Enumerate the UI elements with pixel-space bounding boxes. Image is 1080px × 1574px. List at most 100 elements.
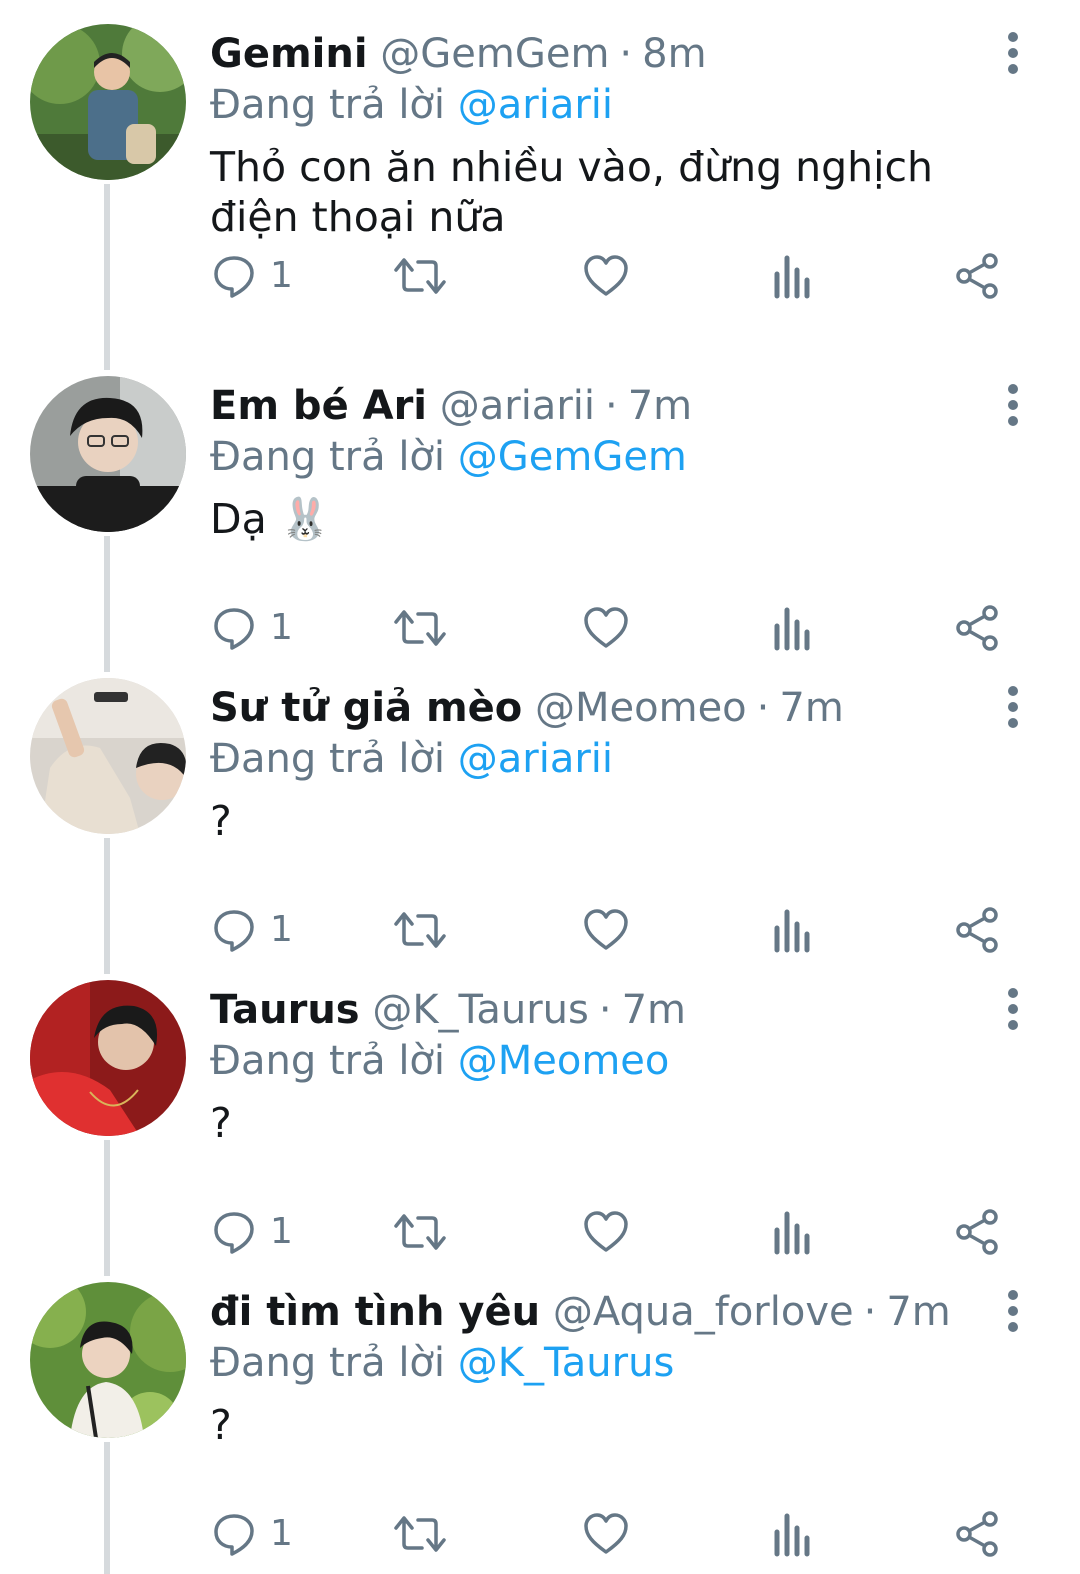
timestamp[interactable]: 7m [622, 987, 686, 1033]
like-button[interactable] [582, 602, 630, 654]
analytics-icon [774, 1513, 810, 1557]
reply-button[interactable]: 1 [210, 1206, 293, 1258]
tweet-text: Thỏ con ăn nhiều vào, đừng nghịch điện t… [210, 143, 934, 241]
user-handle[interactable]: @K_Taurus [372, 987, 589, 1033]
heart-icon [584, 1211, 628, 1252]
reply-icon [214, 1514, 254, 1556]
share-button[interactable] [954, 602, 1002, 654]
user-handle[interactable]: @Aqua_forlove [553, 1289, 854, 1335]
separator-dot: · [619, 31, 633, 77]
replying-to-link[interactable]: @K_Taurus [458, 1340, 675, 1386]
share-button[interactable] [954, 250, 1002, 302]
separator-dot: · [863, 1289, 877, 1335]
separator-dot: · [598, 987, 612, 1033]
analytics-button[interactable] [770, 1206, 814, 1258]
display-name[interactable]: Taurus [210, 987, 360, 1033]
like-button[interactable] [582, 1206, 630, 1258]
avatar[interactable] [30, 1282, 186, 1438]
share-icon [956, 1511, 998, 1557]
replying-to-link[interactable]: @ariarii [458, 82, 613, 128]
replying-to-link[interactable]: @ariarii [458, 736, 613, 782]
avatar[interactable] [30, 24, 186, 180]
reply-count: 1 [270, 255, 293, 296]
heart-icon [584, 607, 628, 648]
more-vertical-icon[interactable] [996, 684, 1030, 730]
user-handle[interactable]: @Meomeo [535, 685, 747, 731]
reply-button[interactable]: 1 [210, 250, 293, 302]
replying-to: Đang trả lời @Meomeo [210, 1034, 669, 1088]
user-handle[interactable]: @GemGem [380, 31, 609, 77]
reply-button[interactable]: 1 [210, 602, 293, 654]
reply-count: 1 [270, 909, 293, 950]
replying-to-link[interactable]: @Meomeo [458, 1038, 670, 1084]
analytics-icon [774, 909, 810, 953]
replying-to-label: Đang trả lời [210, 736, 446, 782]
heart-icon [584, 1513, 628, 1554]
more-vertical-icon[interactable] [996, 382, 1030, 428]
avatar[interactable] [30, 678, 186, 834]
replying-to-label: Đang trả lời [210, 434, 446, 480]
avatar[interactable] [30, 980, 186, 1136]
retweet-button[interactable] [392, 904, 448, 956]
separator-dot: · [756, 685, 770, 731]
replying-to-link[interactable]: @GemGem [458, 434, 687, 480]
like-button[interactable] [582, 904, 630, 956]
tweet-actions: 1 [0, 1508, 1080, 1560]
tweet-text: ? [210, 1401, 232, 1449]
reply-button[interactable]: 1 [210, 904, 293, 956]
tweet-header: Sư tử giả mèo @Meomeo · 7m [210, 680, 844, 736]
separator-dot: · [605, 383, 618, 429]
tweet[interactable]: Gemini @GemGem · 8m Đang trả lời @ariarii … [0, 0, 1080, 302]
retweet-button[interactable] [392, 1508, 448, 1560]
display-name[interactable]: Sư tử giả mèo [210, 685, 522, 731]
timestamp[interactable]: 7m [779, 685, 843, 731]
tweet-header: Gemini @GemGem · 8m [210, 26, 707, 82]
tweet-header: Taurus @K_Taurus · 7m [210, 982, 686, 1038]
share-icon [956, 907, 998, 953]
replying-to-label: Đang trả lời [210, 1038, 446, 1084]
like-button[interactable] [582, 250, 630, 302]
more-vertical-icon[interactable] [996, 986, 1030, 1032]
share-button[interactable] [954, 1508, 1002, 1560]
timestamp[interactable]: 8m [642, 31, 706, 77]
tweet-actions: 1 [0, 904, 1080, 956]
more-vertical-icon[interactable] [996, 30, 1030, 76]
share-button[interactable] [954, 1206, 1002, 1258]
retweet-icon [394, 912, 446, 948]
reply-icon [214, 256, 254, 298]
analytics-button[interactable] [770, 602, 814, 654]
tweet[interactable]: Taurus @K_Taurus · 7m Đang trả lời @Meomeo… [0, 956, 1080, 1258]
tweet-text: Dạ 🐰 [210, 495, 331, 543]
retweet-button[interactable] [392, 1206, 448, 1258]
avatar[interactable] [30, 376, 186, 532]
share-button[interactable] [954, 904, 1002, 956]
tweet-header: đi tìm tình yêu @Aqua_forlove · 7m [210, 1284, 951, 1340]
tweet[interactable]: đi tìm tình yêu @Aqua_forlove · 7m Đang tr… [0, 1258, 1080, 1560]
analytics-button[interactable] [770, 1508, 814, 1560]
retweet-button[interactable] [392, 250, 448, 302]
reply-count: 1 [270, 1513, 293, 1554]
tweet[interactable]: Em bé Ari @ariarii · 7m Đang trả lời @GemG… [0, 352, 1080, 654]
tweet[interactable]: Sư tử giả mèo @Meomeo · 7m Đang trả lời @a… [0, 654, 1080, 956]
analytics-button[interactable] [770, 250, 814, 302]
replying-to-label: Đang trả lời [210, 82, 446, 128]
heart-icon [584, 909, 628, 950]
analytics-icon [774, 607, 810, 651]
tweet-header: Em bé Ari @ariarii · 7m [210, 378, 692, 434]
replying-to: Đang trả lời @ariarii [210, 78, 613, 132]
reply-button[interactable]: 1 [210, 1508, 293, 1560]
analytics-button[interactable] [770, 904, 814, 956]
retweet-button[interactable] [392, 602, 448, 654]
like-button[interactable] [582, 1508, 630, 1560]
replying-to: Đang trả lời @ariarii [210, 732, 613, 786]
more-vertical-icon[interactable] [996, 1288, 1030, 1334]
display-name[interactable]: Gemini [210, 31, 368, 77]
timestamp[interactable]: 7m [886, 1289, 950, 1335]
timestamp[interactable]: 7m [628, 383, 692, 429]
user-handle[interactable]: @ariarii [440, 383, 595, 429]
replying-to: Đang trả lời @K_Taurus [210, 1336, 674, 1390]
display-name[interactable]: đi tìm tình yêu [210, 1289, 540, 1335]
share-icon [956, 253, 998, 299]
display-name[interactable]: Em bé Ari [210, 383, 427, 429]
retweet-icon [394, 610, 446, 646]
